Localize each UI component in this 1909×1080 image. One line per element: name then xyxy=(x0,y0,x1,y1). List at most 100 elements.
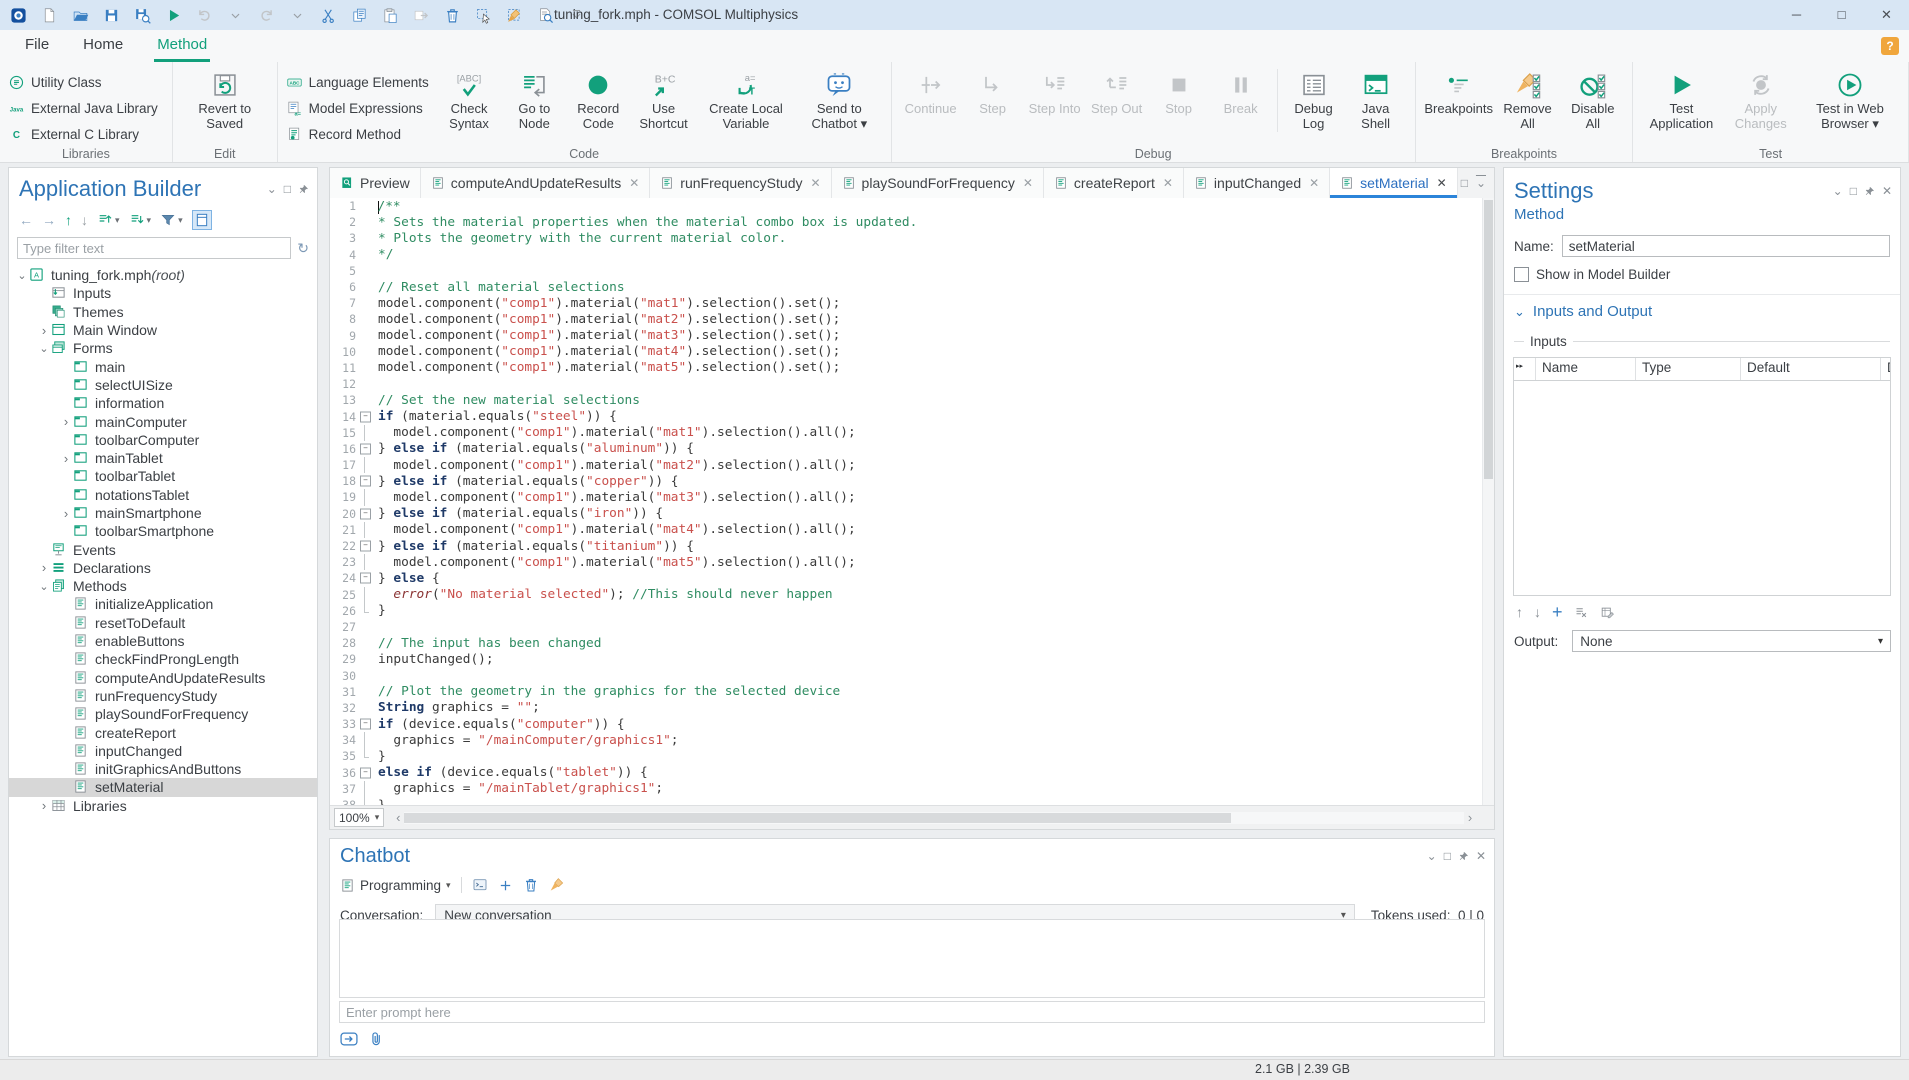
tree-item-mainComputer[interactable]: mainComputer xyxy=(9,412,317,430)
tree-chevron-icon[interactable] xyxy=(37,580,51,593)
scroll-right-icon[interactable] xyxy=(1464,810,1476,825)
send-icon[interactable] xyxy=(339,1029,359,1049)
close-button[interactable] xyxy=(1864,0,1909,30)
collapse-all-icon[interactable] xyxy=(129,212,152,228)
tree-item-setMaterial[interactable]: setMaterial xyxy=(9,778,317,796)
undo-icon[interactable] xyxy=(194,5,214,25)
horizontal-scrollbar-thumb[interactable] xyxy=(404,813,1231,823)
zoom-control[interactable]: 100% xyxy=(334,808,384,827)
column-header-name[interactable]: Name xyxy=(1536,358,1636,380)
tree-item-main[interactable]: main xyxy=(9,357,317,375)
editor-tab-inputChanged[interactable]: inputChanged xyxy=(1184,168,1330,198)
tree-item-mainSmartphone[interactable]: mainSmartphone xyxy=(9,504,317,522)
fold-toggle-icon[interactable] xyxy=(359,570,372,586)
tree-item-initializeApplication[interactable]: initializeApplication xyxy=(9,595,317,613)
model-expressions-button[interactable]: a=Model Expressions xyxy=(286,97,429,119)
fold-toggle-icon[interactable] xyxy=(359,473,372,489)
maximize-button[interactable] xyxy=(1819,0,1864,30)
revert-to-saved-button[interactable]: Revert to Saved xyxy=(181,67,269,133)
column-header-type[interactable]: Type xyxy=(1636,358,1741,380)
debug-log-button[interactable]: Debug Log xyxy=(1282,67,1344,133)
console-icon[interactable] xyxy=(472,877,488,893)
break-button[interactable]: Break xyxy=(1210,67,1272,118)
tree-item-initGraphicsAndButtons[interactable]: initGraphicsAndButtons xyxy=(9,760,317,778)
tree-item-toolbarComputer[interactable]: toolbarComputer xyxy=(9,431,317,449)
editor-tab-Preview[interactable]: Preview xyxy=(330,168,421,198)
record-code-button[interactable]: Record Code xyxy=(565,67,631,133)
tree-item-checkFindProngLength[interactable]: checkFindProngLength xyxy=(9,650,317,668)
close-tab-icon[interactable] xyxy=(629,176,639,190)
editor-tab-createReport[interactable]: createReport xyxy=(1044,168,1184,198)
tree-chevron-icon[interactable] xyxy=(37,323,51,338)
name-field[interactable] xyxy=(1562,235,1890,257)
save-icon[interactable] xyxy=(101,5,121,25)
tree-item-notationsTablet[interactable]: notationsTablet xyxy=(9,486,317,504)
tree-item-tuning_fork.mph[interactable]: Atuning_fork.mph (root) xyxy=(9,266,317,284)
fold-toggle-icon[interactable] xyxy=(359,765,372,781)
tree-item-createReport[interactable]: createReport xyxy=(9,723,317,741)
tree-item-selectUISize[interactable]: selectUISize xyxy=(9,376,317,394)
panel-float-icon[interactable] xyxy=(284,182,291,196)
close-tab-icon[interactable] xyxy=(1163,176,1173,190)
minimize-button[interactable] xyxy=(1774,0,1819,30)
record-method-button[interactable]: Record Method xyxy=(286,123,429,145)
external-c-library-button[interactable]: CExternal C Library xyxy=(8,123,158,145)
docsearch-icon[interactable] xyxy=(535,5,555,25)
column-header-description[interactable]: Description xyxy=(1881,358,1891,380)
test-in-web-browser-button[interactable]: Test in Web Browser xyxy=(1800,67,1900,133)
close-tab-icon[interactable] xyxy=(1437,176,1447,190)
panel-close-icon[interactable] xyxy=(1476,849,1486,863)
ribbon-tab-home[interactable]: Home xyxy=(80,30,126,62)
external-java-library-button[interactable]: JavaExternal Java Library xyxy=(8,97,158,119)
java-shell-button[interactable]: Java Shell xyxy=(1345,67,1407,133)
tree-item-Main Window[interactable]: Main Window xyxy=(9,321,317,339)
tree-chevron-icon[interactable] xyxy=(37,342,51,355)
tree-chevron-icon[interactable] xyxy=(37,560,51,575)
edit-table-icon[interactable] xyxy=(1600,605,1615,620)
tree-chevron-icon[interactable] xyxy=(15,269,29,282)
step-out-button[interactable]: Step Out xyxy=(1086,67,1148,118)
tree-chevron-icon[interactable] xyxy=(37,798,51,813)
tree-chevron-icon[interactable] xyxy=(59,506,73,521)
horizontal-scrollbar[interactable] xyxy=(392,810,1476,825)
tree-item-Themes[interactable]: Themes xyxy=(9,303,317,321)
tree-item-Libraries[interactable]: Libraries xyxy=(9,797,317,815)
language-elements-button[interactable]: ABCLanguage Elements xyxy=(286,71,429,93)
forward-icon[interactable] xyxy=(411,5,431,25)
new-conversation-icon[interactable] xyxy=(498,878,513,893)
go-to-model-builder-icon[interactable] xyxy=(192,210,212,230)
tree-item-Declarations[interactable]: Declarations xyxy=(9,559,317,577)
editor-more-icon[interactable] xyxy=(1476,176,1486,190)
utility-class-button[interactable]: Utility Class xyxy=(8,71,158,93)
saveas-icon[interactable] xyxy=(132,5,152,25)
editor-tab-runFrequencyStudy[interactable]: runFrequencyStudy xyxy=(650,168,831,198)
vertical-scrollbar[interactable] xyxy=(1482,198,1494,805)
go-back-icon[interactable] xyxy=(19,212,33,228)
attach-file-icon[interactable] xyxy=(367,1030,386,1049)
tree-item-Inputs[interactable]: Inputs xyxy=(9,284,317,302)
copy-icon[interactable] xyxy=(349,5,369,25)
tree-item-information[interactable]: information xyxy=(9,394,317,412)
go-to-node-button[interactable]: Go to Node xyxy=(503,67,565,133)
column-header-default[interactable]: Default xyxy=(1741,358,1881,380)
select-icon[interactable] xyxy=(473,5,493,25)
cut-icon[interactable] xyxy=(318,5,338,25)
expand-all-icon[interactable] xyxy=(97,212,120,228)
output-dropdown[interactable]: None xyxy=(1572,630,1891,652)
move-up-icon[interactable] xyxy=(65,212,72,228)
open-icon[interactable] xyxy=(70,5,90,25)
apply-changes-button[interactable]: Apply Changes xyxy=(1722,67,1800,133)
tree-chevron-icon[interactable] xyxy=(59,451,73,466)
panel-pin-icon[interactable] xyxy=(1458,851,1469,862)
redo-icon[interactable] xyxy=(256,5,276,25)
tree-chevron-icon[interactable] xyxy=(59,414,73,429)
clear-conversation-icon[interactable] xyxy=(549,877,565,893)
disable-all-button[interactable]: Disable All xyxy=(1561,67,1624,133)
fold-toggle-icon[interactable] xyxy=(359,716,372,732)
close-tab-icon[interactable] xyxy=(1023,176,1033,190)
remove-all-button[interactable]: Remove All xyxy=(1494,67,1562,133)
editor-maximize-icon[interactable] xyxy=(1461,176,1468,190)
fold-toggle-icon[interactable] xyxy=(359,506,372,522)
close-tab-icon[interactable] xyxy=(810,176,820,190)
trash-icon[interactable] xyxy=(442,5,462,25)
